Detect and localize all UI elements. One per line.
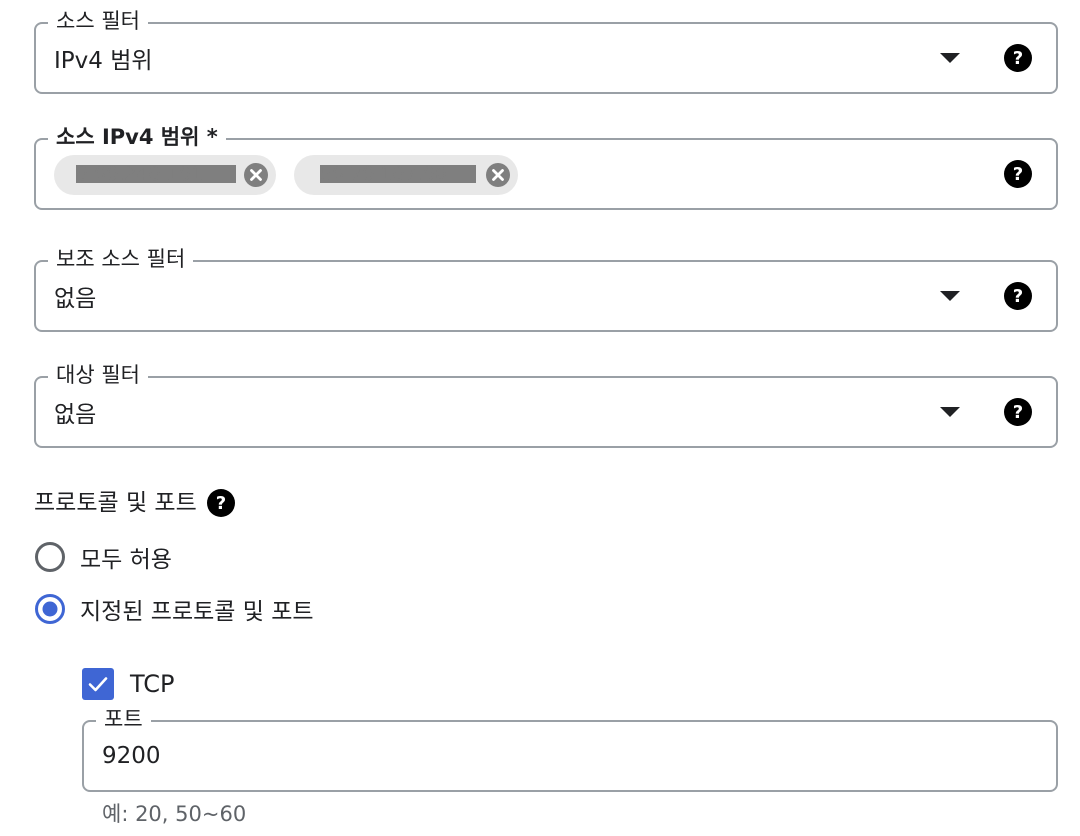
chip-text: 50.70.107.00 xyxy=(320,165,476,183)
chip-remove-icon[interactable] xyxy=(244,163,268,187)
target-filter-value: 없음 xyxy=(54,402,97,428)
radio-unselected-icon[interactable] xyxy=(34,541,66,573)
check-icon xyxy=(88,677,108,692)
source-ipv4-ranges-field[interactable]: 소스 IPv4 범위 * 0.00.240.101 50.70.107.00 ? xyxy=(34,123,1058,210)
target-filter-select[interactable]: 대상 필터 없음 ? xyxy=(34,361,1058,448)
help-icon[interactable]: ? xyxy=(206,489,235,517)
svg-text:?: ? xyxy=(1013,402,1023,423)
help-icon[interactable]: ? xyxy=(1004,282,1032,310)
tcp-checkbox-row[interactable]: TCP xyxy=(82,668,174,700)
svg-text:?: ? xyxy=(1013,164,1023,185)
svg-text:?: ? xyxy=(1013,48,1023,69)
protocols-ports-heading: 프로토콜 및 포트 ? xyxy=(34,486,235,520)
protocols-ports-title: 프로토콜 및 포트 xyxy=(34,490,197,516)
tcp-label: TCP xyxy=(130,670,175,698)
svg-text:?: ? xyxy=(216,493,226,514)
chip-remove-icon[interactable] xyxy=(486,163,510,187)
ports-hint: 예: 20, 50~60 xyxy=(102,802,247,826)
ip-range-chip[interactable]: 50.70.107.00 xyxy=(294,155,518,195)
source-ipv4-ranges-label: 소스 IPv4 범위 * xyxy=(48,123,226,151)
radio-selected-icon[interactable] xyxy=(34,593,66,625)
dropdown-arrow-icon[interactable] xyxy=(940,53,960,63)
help-icon[interactable]: ? xyxy=(1004,44,1032,72)
radio-allow-all[interactable]: 모두 허용 xyxy=(34,540,172,574)
tcp-checkbox[interactable] xyxy=(82,668,114,700)
source-filter-value: IPv4 범위 xyxy=(54,48,153,74)
help-icon[interactable]: ? xyxy=(1004,160,1032,188)
ip-range-chip[interactable]: 0.00.240.101 xyxy=(54,155,276,195)
dropdown-arrow-icon[interactable] xyxy=(940,407,960,417)
radio-allow-all-label: 모두 허용 xyxy=(80,547,172,573)
tcp-ports-input[interactable]: 포트 9200 xyxy=(82,705,1058,792)
dropdown-arrow-icon[interactable] xyxy=(940,291,960,301)
source-filter-select[interactable]: 소스 필터 IPv4 범위 ? xyxy=(34,7,1058,94)
help-icon[interactable]: ? xyxy=(1004,398,1032,426)
secondary-source-filter-select[interactable]: 보조 소스 필터 없음 ? xyxy=(34,245,1058,332)
tcp-ports-value[interactable]: 9200 xyxy=(102,722,161,790)
chip-text: 0.00.240.101 xyxy=(76,165,236,183)
radio-specified-protocols-label: 지정된 프로토콜 및 포트 xyxy=(80,599,314,625)
svg-text:?: ? xyxy=(1013,286,1023,307)
secondary-source-filter-value: 없음 xyxy=(54,286,97,312)
radio-specified-protocols[interactable]: 지정된 프로토콜 및 포트 xyxy=(34,592,314,626)
